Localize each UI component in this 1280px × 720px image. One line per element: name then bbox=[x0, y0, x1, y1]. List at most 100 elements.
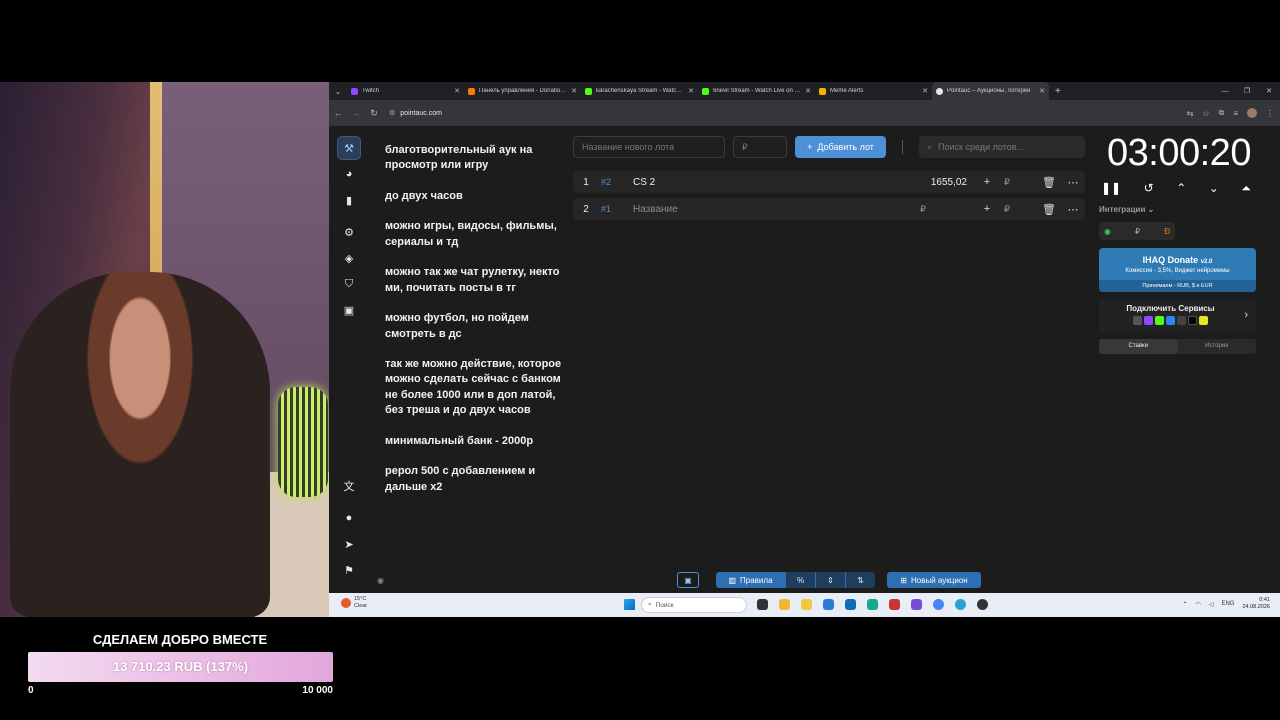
ihaq-donate-banner[interactable]: IHAQ Donate v2.0 Комиссия - 3,5%, Виджет… bbox=[1099, 248, 1256, 292]
tab-pointauc[interactable]: Pointauc – Аукционы, лотереи ✕ bbox=[932, 82, 1049, 100]
lot-search-input[interactable]: ⌕ Поиск среди лотов... bbox=[919, 136, 1085, 158]
taskbar-apps bbox=[757, 599, 988, 610]
webcam-microphone bbox=[278, 387, 328, 497]
trash-icon[interactable]: 🗑 bbox=[1037, 203, 1061, 216]
wifi-icon[interactable]: ◠ bbox=[1196, 601, 1201, 608]
reload-icon[interactable]: ↻ bbox=[365, 108, 383, 119]
reset-icon[interactable]: ↺ bbox=[1144, 181, 1154, 196]
chrome-icon[interactable] bbox=[933, 599, 944, 610]
user-settings-icon[interactable]: ⚑ bbox=[337, 558, 361, 582]
store-icon[interactable] bbox=[823, 599, 834, 610]
site-info-icon[interactable]: ⚙ bbox=[389, 109, 395, 117]
lot-row: 2 #1 Название ₽ + ₽ 🗑 ⋯ bbox=[573, 198, 1085, 220]
obs-icon[interactable] bbox=[977, 599, 988, 610]
app-icon[interactable] bbox=[911, 599, 922, 610]
lang-indicator[interactable]: ENG bbox=[1221, 601, 1234, 607]
close-icon[interactable]: ✕ bbox=[454, 87, 460, 95]
close-icon[interactable]: ✕ bbox=[922, 87, 928, 95]
lot-row: 1 #2 CS 2 1655,02 + ₽ 🗑 ⋯ bbox=[573, 171, 1085, 193]
windows-start-icon[interactable] bbox=[624, 599, 635, 610]
shield-icon[interactable]: ⛉ bbox=[337, 272, 361, 296]
connect-services-card[interactable]: Подключить Сервисы › bbox=[1099, 299, 1256, 333]
rules-button[interactable]: ▥ Правила bbox=[716, 572, 785, 588]
chevron-up-icon[interactable]: ⌃ bbox=[1176, 181, 1186, 196]
lot-name[interactable]: CS 2 bbox=[633, 177, 907, 188]
trash-icon[interactable]: 🗑 bbox=[1037, 176, 1061, 189]
settings-icon[interactable]: ≡ bbox=[1233, 109, 1238, 118]
new-lot-name-input[interactable]: Название нового лота bbox=[573, 136, 725, 158]
telegram-icon[interactable]: ➤ bbox=[337, 532, 361, 556]
stats-icon[interactable]: ▮ bbox=[337, 188, 361, 212]
visibility-icon[interactable]: ◉ bbox=[377, 576, 384, 585]
currency-icon: ₽ bbox=[1004, 176, 1010, 187]
add-amount-icon[interactable]: + bbox=[975, 176, 999, 188]
bookmark-star-icon[interactable]: ☆ bbox=[1202, 109, 1209, 118]
minimize-icon[interactable]: — bbox=[1214, 82, 1236, 100]
app-icon[interactable] bbox=[889, 599, 900, 610]
close-icon[interactable]: ✕ bbox=[805, 87, 811, 95]
outlook-icon[interactable] bbox=[845, 599, 856, 610]
tab-history[interactable]: История bbox=[1178, 339, 1257, 354]
edge-icon[interactable] bbox=[867, 599, 878, 610]
integrations-dropdown[interactable]: Интеграции ⌄ bbox=[1099, 205, 1154, 214]
explorer-icon[interactable] bbox=[801, 599, 812, 610]
tab-twitch[interactable]: Twitch ✕ bbox=[347, 82, 464, 100]
volume-icon[interactable]: ◁ bbox=[1209, 601, 1214, 608]
close-icon[interactable]: ✕ bbox=[571, 87, 577, 95]
taskbar-search[interactable]: ⌕ Поиск bbox=[641, 597, 747, 613]
new-lot-amount-input[interactable]: ₽ bbox=[733, 136, 787, 158]
save-icon[interactable]: ▣ bbox=[677, 572, 699, 588]
pointauc-page: ⚒ ◕ ▮ ⚙ ◈ ⛉ ▣ 文 ● ➤ ⚑ ◉ благотворительны… bbox=[329, 126, 1280, 593]
add-amount-icon[interactable]: + bbox=[975, 203, 999, 215]
pause-icon[interactable]: ❚❚ bbox=[1101, 181, 1121, 196]
new-auction-button[interactable]: ⊞ Новый аукцион bbox=[887, 572, 981, 588]
forward-icon[interactable]: → bbox=[347, 108, 365, 118]
tab-meme-alerts[interactable]: Meme Alerts ✕ bbox=[815, 82, 932, 100]
new-tab-icon[interactable]: + bbox=[1055, 86, 1061, 97]
add-lot-button[interactable]: + Добавить лот bbox=[795, 136, 886, 158]
window-controls: — ❐ ✕ bbox=[1214, 82, 1280, 100]
widgets-icon[interactable] bbox=[779, 599, 790, 610]
tab-label: Панель управления - DonationAlerts bbox=[479, 88, 569, 94]
gear-icon[interactable]: ⚙ bbox=[337, 220, 361, 244]
back-icon[interactable]: ← bbox=[329, 108, 347, 118]
url-field[interactable]: ⚙ pointauc.com bbox=[389, 109, 442, 118]
tab-kick-karachenskaya[interactable]: karachenskaya Stream - Watch Live ✕ bbox=[581, 82, 698, 100]
taskview-icon[interactable] bbox=[757, 599, 768, 610]
tab-search-icon[interactable]: ⌄ bbox=[329, 82, 347, 100]
clock[interactable]: 0:41 24.08.2026 bbox=[1242, 597, 1270, 611]
menu-dots-icon[interactable]: ⋮ bbox=[1266, 109, 1274, 118]
percent-icon[interactable]: % bbox=[785, 572, 815, 588]
chevron-down-icon[interactable]: ⌄ bbox=[1209, 181, 1219, 196]
translate-icon[interactable]: 文 bbox=[337, 474, 361, 498]
donationalerts-icon[interactable]: Ð bbox=[1164, 227, 1170, 236]
media-icon[interactable]: ▣ bbox=[337, 298, 361, 322]
webcam-feed bbox=[0, 82, 329, 617]
translate-icon[interactable]: ⇆ bbox=[1187, 109, 1194, 118]
double-chevron-up-icon[interactable]: ⏶ bbox=[1241, 181, 1251, 196]
tab-donationalerts[interactable]: Панель управления - DonationAlerts ✕ bbox=[464, 82, 581, 100]
extensions-icon[interactable]: ⧉ bbox=[1219, 108, 1225, 118]
wheel-icon[interactable]: ◕ bbox=[337, 162, 361, 186]
github-icon[interactable]: ● bbox=[337, 506, 361, 530]
close-icon[interactable]: ✕ bbox=[688, 87, 694, 95]
close-icon[interactable]: ✕ bbox=[1039, 87, 1045, 95]
maximize-icon[interactable]: ❐ bbox=[1236, 82, 1258, 100]
rules-label: Правила bbox=[740, 575, 773, 585]
tab-kick-6nevil[interactable]: 6nevil Stream - Watch Live on Kick ✕ bbox=[698, 82, 815, 100]
layers-icon[interactable]: ◈ bbox=[337, 246, 361, 270]
close-window-icon[interactable]: ✕ bbox=[1258, 82, 1280, 100]
compress-icon[interactable]: ⇕ bbox=[815, 572, 845, 588]
weather-widget[interactable]: 15°C Clear bbox=[341, 596, 367, 610]
lot-name[interactable]: Название bbox=[633, 204, 915, 215]
telegram-icon[interactable] bbox=[955, 599, 966, 610]
more-dots-icon[interactable]: ⋯ bbox=[1061, 203, 1085, 216]
sort-icon[interactable]: ⇅ bbox=[845, 572, 875, 588]
webcam-streamer bbox=[10, 272, 270, 617]
chevron-up-icon[interactable]: ⌃ bbox=[1183, 601, 1188, 608]
add-lot-label: Добавить лот bbox=[817, 142, 874, 152]
auction-hammer-icon[interactable]: ⚒ bbox=[337, 136, 361, 160]
more-dots-icon[interactable]: ⋯ bbox=[1061, 176, 1085, 189]
profile-avatar[interactable] bbox=[1247, 108, 1257, 118]
tab-bets[interactable]: Ставки bbox=[1099, 339, 1178, 354]
